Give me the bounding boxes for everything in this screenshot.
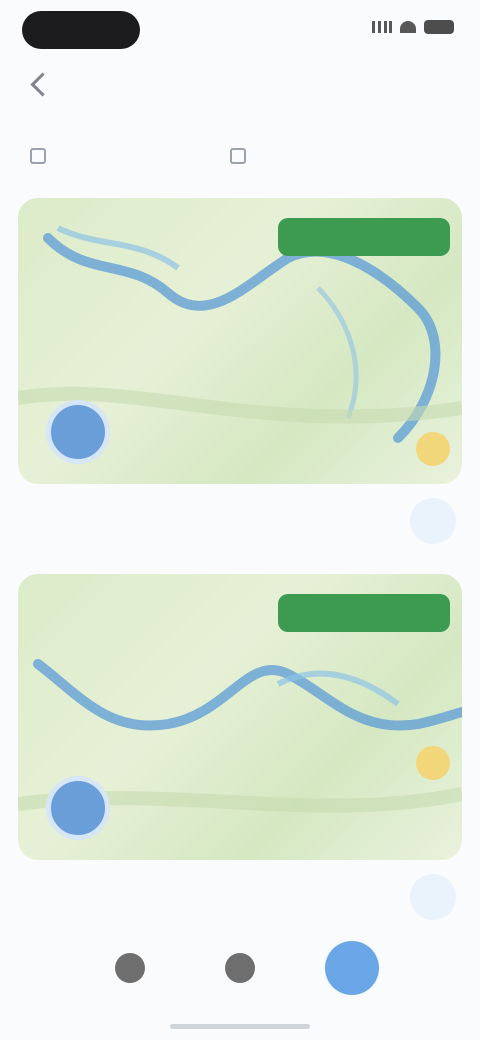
map-marker-icon [416,432,450,466]
location-pin-icon[interactable] [46,400,110,464]
nav-bar [0,58,480,114]
route-card[interactable] [18,198,462,566]
camera-icon [225,953,255,983]
filter-tabs [0,134,480,178]
location-icon [325,941,379,995]
map-marker-icon [416,746,450,780]
map-banner [278,594,450,632]
location-button[interactable] [318,934,386,1002]
wifi-icon [400,21,416,33]
record-icon [115,953,145,983]
route-map[interactable] [18,574,462,860]
tab-first[interactable] [0,134,171,178]
signal-icon [372,21,392,33]
status-icons [372,20,454,34]
tab-third[interactable] [313,134,480,178]
camera-button[interactable] [214,942,266,994]
status-bar [0,0,480,56]
dynamic-island [22,11,140,49]
route-badge[interactable] [410,874,456,920]
route-card-info [18,484,462,566]
record-button[interactable] [104,942,156,994]
route-card[interactable] [18,574,462,942]
tab-icon [30,148,46,164]
map-banner [278,218,450,256]
home-indicator[interactable] [170,1024,310,1029]
route-badge[interactable] [410,498,456,544]
battery-icon [424,20,454,34]
tab-icon [229,148,246,164]
tab-second[interactable] [171,134,312,178]
chevron-left-icon[interactable] [30,72,55,97]
location-pin-icon[interactable] [46,776,110,840]
route-map[interactable] [18,198,462,484]
